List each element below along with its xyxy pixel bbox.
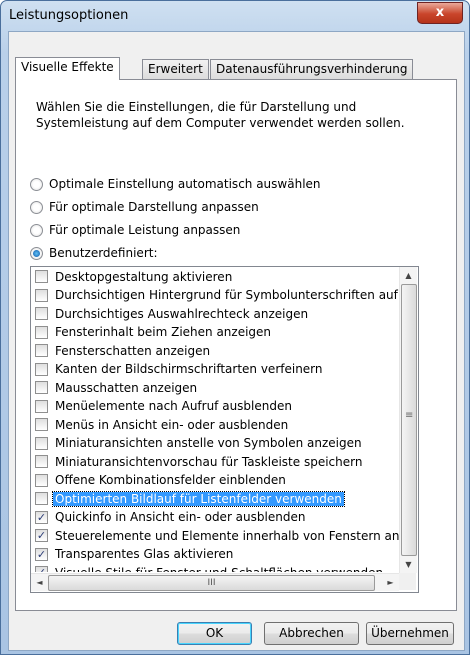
checkbox-unchecked[interactable] bbox=[35, 362, 48, 376]
checkbox-checked[interactable]: ✓ bbox=[35, 566, 48, 572]
effect-label: Kanten der Bildschirmschriftarten verfei… bbox=[55, 362, 323, 376]
effect-label: Steuerelemente und Elemente innerhalb vo… bbox=[55, 528, 399, 543]
effect-list-item[interactable]: Kanten der Bildschirmschriftarten verfei… bbox=[31, 360, 399, 379]
checkbox-checked[interactable]: ✓ bbox=[35, 529, 48, 542]
effect-label: Transparentes Glas aktivieren bbox=[55, 547, 234, 561]
scrollbar-corner bbox=[399, 573, 416, 590]
effect-list-item[interactable]: ✓ Quickinfo in Ansicht ein- oder ausblend… bbox=[31, 508, 399, 527]
effect-list-item[interactable]: ✓ Transparentes Glas aktivieren bbox=[31, 545, 399, 564]
radio-auto[interactable]: Optimale Einstellung automatisch auswähl… bbox=[30, 175, 321, 193]
title-bar[interactable]: Leistungsoptionen x bbox=[1, 1, 469, 31]
effect-list-item[interactable]: Desktopgestaltung aktivieren bbox=[31, 267, 399, 286]
scroll-down-button[interactable]: ▼ bbox=[400, 556, 417, 573]
radio-best-appearance[interactable]: Für optimale Darstellung anpassen bbox=[30, 198, 259, 216]
effect-list-item[interactable]: Offene Kombinationsfelder einblenden bbox=[31, 471, 399, 490]
effect-list-item[interactable]: Menüelemente nach Aufruf ausblenden bbox=[31, 397, 399, 416]
apply-button[interactable]: Übernehmen bbox=[366, 622, 454, 645]
checkbox-unchecked[interactable] bbox=[35, 288, 48, 302]
effect-label: Desktopgestaltung aktivieren bbox=[55, 269, 233, 284]
effect-list-item[interactable]: Miniaturansichtenvorschau für Taskleiste… bbox=[31, 452, 399, 471]
radio-label: Für optimale Leistung anpassen bbox=[49, 223, 241, 237]
effect-list-item[interactable]: Optimierten Bildlauf für Listenfelder ve… bbox=[31, 489, 399, 508]
effect-label: Miniaturansichten anstelle von Symbolen … bbox=[55, 436, 362, 450]
tab-advanced[interactable]: Erweitert bbox=[142, 59, 209, 79]
radio-button[interactable] bbox=[30, 223, 43, 237]
effect-label: Miniaturansichtenvorschau für Taskleiste… bbox=[55, 454, 363, 469]
effect-list-item[interactable]: Durchsichtiges Auswahlrechteck anzeigen bbox=[31, 304, 399, 323]
effect-label: Offene Kombinationsfelder einblenden bbox=[55, 473, 286, 487]
dialog-client-area: Visuelle Effekte Erweitert Datenausführu… bbox=[8, 31, 465, 651]
effect-list-item[interactable]: Miniaturansichten anstelle von Symbolen … bbox=[31, 434, 399, 453]
tab-dep[interactable]: Datenausführungsverhinderung bbox=[210, 59, 414, 79]
grip-icon: ≡ bbox=[405, 410, 414, 421]
checkbox-unchecked[interactable] bbox=[35, 344, 48, 357]
cancel-button[interactable]: Abbrechen bbox=[264, 622, 359, 645]
checkbox-unchecked[interactable] bbox=[35, 455, 48, 468]
checkbox-unchecked[interactable] bbox=[35, 381, 48, 394]
checkbox-unchecked[interactable] bbox=[35, 473, 48, 487]
effect-label: Fensterinhalt beim Ziehen anzeigen bbox=[55, 325, 272, 339]
effect-label: Durchsichtigen Hintergrund für Symbolunt… bbox=[55, 288, 399, 302]
checkbox-unchecked[interactable] bbox=[35, 399, 48, 413]
effect-list-item[interactable]: Menüs in Ansicht ein- oder ausblenden bbox=[31, 415, 399, 434]
effect-list-item[interactable]: Fensterschatten anzeigen bbox=[31, 341, 399, 360]
effect-label: Menüs in Ansicht ein- oder ausblenden bbox=[55, 417, 289, 432]
checkbox-unchecked[interactable] bbox=[35, 325, 48, 339]
scroll-up-button[interactable]: ▲ bbox=[400, 267, 417, 284]
radio-button[interactable] bbox=[30, 200, 43, 214]
radio-button[interactable] bbox=[30, 177, 43, 191]
effect-label: Quickinfo in Ansicht ein- oder ausblende… bbox=[55, 510, 306, 524]
radio-label: Für optimale Darstellung anpassen bbox=[49, 200, 259, 214]
radio-best-performance[interactable]: Für optimale Leistung anpassen bbox=[30, 221, 240, 239]
ok-button[interactable]: OK bbox=[177, 622, 252, 645]
checkbox-unchecked[interactable] bbox=[35, 307, 48, 320]
radio-label: Optimale Einstellung automatisch auswähl… bbox=[49, 177, 321, 191]
checkbox-checked[interactable]: ✓ bbox=[35, 510, 48, 524]
checkbox-unchecked[interactable] bbox=[35, 270, 48, 283]
performance-options-window: Leistungsoptionen x Visuelle Effekte Erw… bbox=[0, 0, 470, 655]
description-text: Wählen Sie die Einstellungen, die für Da… bbox=[36, 100, 405, 130]
radio-button[interactable] bbox=[30, 246, 43, 260]
checkbox-unchecked[interactable] bbox=[35, 436, 48, 450]
close-button[interactable]: x bbox=[417, 2, 463, 24]
checkbox-unchecked[interactable] bbox=[35, 492, 48, 505]
effect-list-item[interactable]: Fensterinhalt beim Ziehen anzeigen bbox=[31, 323, 399, 342]
window-title: Leistungsoptionen bbox=[9, 8, 129, 23]
vertical-scroll-thumb[interactable]: ≡ bbox=[401, 284, 417, 556]
checkbox-unchecked[interactable] bbox=[35, 418, 48, 431]
effect-label: Fensterschatten anzeigen bbox=[55, 343, 211, 358]
effect-label: Mausschatten anzeigen bbox=[55, 380, 198, 395]
scroll-right-button[interactable]: ► bbox=[382, 574, 399, 591]
effects-listbox[interactable]: Desktopgestaltung aktivieren Durchsichtig… bbox=[30, 266, 419, 593]
horizontal-scrollbar[interactable]: ◄ III ► bbox=[31, 573, 399, 591]
effect-list-item[interactable]: Durchsichtigen Hintergrund für Symbolunt… bbox=[31, 286, 399, 305]
effect-list-item[interactable]: ✓ Visuelle Stile für Fenster und Schaltfl… bbox=[31, 563, 399, 572]
effect-label: Durchsichtiges Auswahlrechteck anzeigen bbox=[55, 306, 309, 321]
effect-list-item[interactable]: Mausschatten anzeigen bbox=[31, 378, 399, 397]
scroll-left-button[interactable]: ◄ bbox=[31, 574, 48, 591]
radio-label: Benutzerdefiniert: bbox=[49, 246, 158, 260]
tab-visual-effects[interactable]: Visuelle Effekte bbox=[15, 57, 120, 80]
visual-effects-panel: Wählen Sie die Einstellungen, die für Da… bbox=[15, 79, 457, 611]
effect-list-item[interactable]: ✓ Steuerelemente und Elemente innerhalb v… bbox=[31, 526, 399, 545]
effects-list: Desktopgestaltung aktivieren Durchsichtig… bbox=[31, 267, 399, 572]
effect-label: Optimierten Bildlauf für Listenfelder ve… bbox=[52, 490, 345, 507]
checkbox-checked[interactable]: ✓ bbox=[35, 547, 48, 561]
effect-label: Menüelemente nach Aufruf ausblenden bbox=[55, 399, 292, 413]
radio-custom[interactable]: Benutzerdefiniert: bbox=[30, 244, 158, 262]
effect-label: Visuelle Stile für Fenster und Schaltflä… bbox=[53, 566, 385, 573]
horizontal-scroll-thumb[interactable]: III bbox=[48, 575, 375, 591]
vertical-scrollbar[interactable]: ▲ ≡ ▼ bbox=[399, 267, 417, 573]
